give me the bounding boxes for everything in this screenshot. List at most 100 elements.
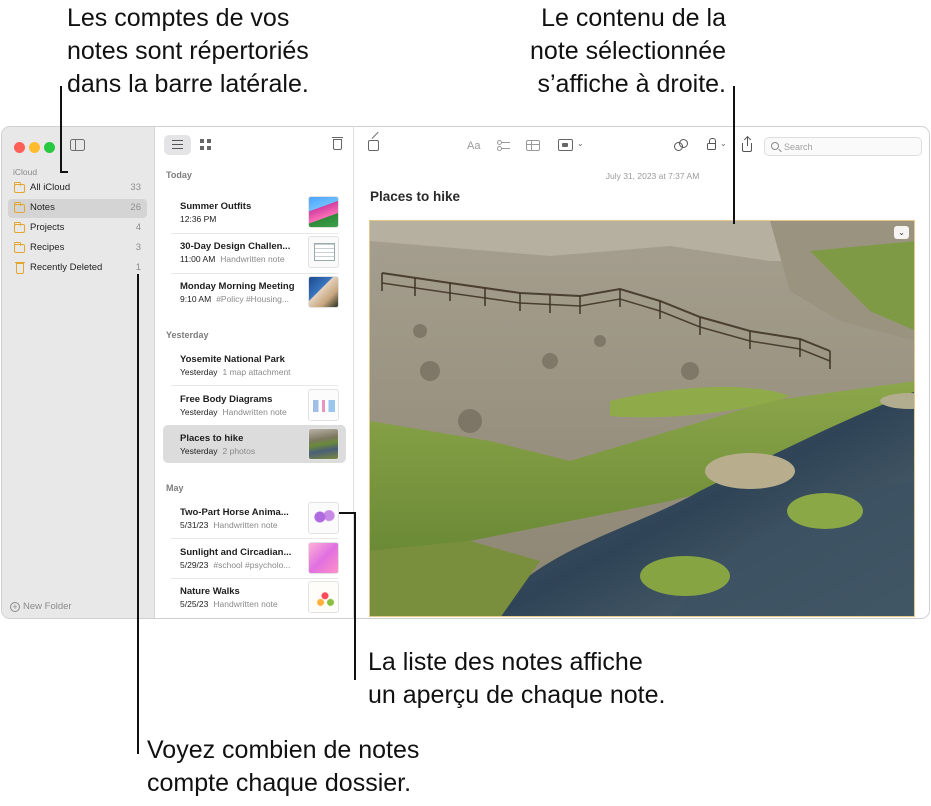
note-item[interactable]: Nature Walks 5/25/23 Handwritten note (163, 578, 346, 616)
note-snippet: #Policy #Housing... (216, 294, 289, 304)
leader-line-note-list (354, 512, 356, 680)
leader-line-sidebar-tick (60, 171, 68, 173)
minimize-window-button[interactable] (29, 142, 40, 153)
sidebar-folder-projects[interactable]: Projects 4 (8, 219, 147, 238)
note-date: 5/25/23 (180, 599, 209, 609)
trash-icon (15, 262, 25, 274)
note-subtitle: 11:00 AM Handwritten note (180, 254, 304, 264)
lock-icon[interactable] (707, 138, 716, 150)
folder-label: Projects (30, 222, 65, 233)
note-title: Sunlight and Circadian... (180, 547, 292, 558)
callout-line-text: Voyez combien de notes (147, 736, 420, 764)
photo-options-button[interactable]: ⌄ (894, 226, 909, 239)
folder-icon (14, 202, 25, 213)
folder-icon (14, 222, 25, 233)
note-thumbnail (308, 502, 339, 534)
chevron-down-icon[interactable]: ⌄ (577, 139, 584, 148)
callout-line-text: Les comptes de vos (67, 4, 290, 32)
zoom-window-button[interactable] (44, 142, 55, 153)
note-item[interactable]: 30-Day Design Challen... 11:00 AM Handwri… (163, 233, 346, 271)
note-title: Places to hike (180, 433, 244, 444)
note-snippet: Handwritten note (213, 599, 278, 609)
note-item[interactable]: Sunlight and Circadian... 5/29/23 #school… (163, 539, 346, 577)
callout-line-text: dans la barre latérale. (67, 70, 309, 98)
note-thumbnail (308, 542, 339, 574)
collaborate-icon[interactable] (674, 139, 688, 152)
leader-line-counts (137, 274, 139, 754)
sidebar: iCloud All iCloud 33 Notes 26 Projects 4… (2, 127, 155, 618)
sidebar-folder-recipes[interactable]: Recipes 3 (8, 239, 147, 258)
note-title: Summer Outfits (180, 201, 252, 212)
note-date: Yesterday (180, 407, 218, 417)
sidebar-section-label: iCloud (13, 167, 38, 177)
callout-line-text: Le contenu de la (541, 4, 726, 32)
note-item[interactable]: Yosemite National Park Yesterday 1 map at… (163, 346, 346, 384)
media-icon[interactable] (558, 139, 573, 151)
new-folder-button[interactable]: + New Folder (10, 601, 72, 612)
note-title: Monday Morning Meeting (180, 281, 295, 292)
list-icon (172, 140, 183, 149)
sidebar-folder-all-icloud[interactable]: All iCloud 33 (8, 179, 147, 198)
sidebar-folder-recently-deleted[interactable]: Recently Deleted 1 (8, 259, 147, 278)
note-subtitle: 5/29/23 #school #psycholo... (180, 560, 304, 570)
note-title-heading[interactable]: Places to hike (370, 189, 460, 204)
sidebar-toggle-icon[interactable] (70, 139, 85, 151)
note-thumbnail (308, 236, 339, 268)
note-editor: Aa ⌄ ⌄ July 31, 2023 at 7:37 AM Places t… (354, 127, 929, 618)
note-thumbnail (308, 428, 339, 460)
folder-label: Notes (30, 202, 55, 213)
sidebar-folder-notes[interactable]: Notes 26 (8, 199, 147, 218)
note-thumbnail (308, 581, 339, 613)
note-thumbnail (308, 389, 339, 421)
format-text-button[interactable]: Aa (467, 140, 480, 152)
notes-window: iCloud All iCloud 33 Notes 26 Projects 4… (1, 126, 930, 619)
grid-icon (200, 139, 211, 150)
callout-note-list: La liste des notes affiche un aperçu de … (368, 646, 665, 712)
search-input[interactable] (784, 140, 914, 154)
compose-icon[interactable] (368, 140, 379, 151)
group-label-today: Today (166, 170, 192, 180)
share-icon[interactable] (742, 137, 752, 152)
folder-count: 26 (130, 202, 141, 213)
callout-sidebar-accounts: Les comptes de vos notes sont répertorié… (67, 2, 309, 101)
note-thumbnail (308, 196, 339, 228)
new-folder-label: New Folder (23, 601, 72, 612)
note-title: Free Body Diagrams (180, 394, 273, 405)
note-item[interactable]: Summer Outfits 12:36 PM (163, 193, 346, 231)
table-icon[interactable] (526, 140, 540, 151)
note-subtitle: Yesterday 2 photos (180, 446, 304, 456)
list-view-button[interactable] (164, 135, 191, 155)
note-snippet: Handwritten note (222, 407, 287, 417)
leader-line-editor (733, 86, 735, 224)
note-date: 5/31/23 (180, 520, 209, 530)
note-snippet: Handwritten note (220, 254, 285, 264)
note-date: 12:36 PM (180, 214, 217, 224)
note-list: Today Summer Outfits 12:36 PM 30-Day Des… (155, 127, 354, 618)
callout-note-content: Le contenu de la note sélectionnée s’aff… (497, 2, 726, 101)
close-window-button[interactable] (14, 142, 25, 153)
folder-count: 4 (135, 222, 141, 233)
delete-note-button[interactable] (332, 137, 343, 150)
group-label-yesterday: Yesterday (166, 330, 209, 340)
note-title: 30-Day Design Challen... (180, 241, 291, 252)
note-snippet: 2 photos (222, 446, 256, 456)
note-item[interactable]: Monday Morning Meeting 9:10 AM #Policy #H… (163, 273, 346, 311)
note-title: Two-Part Horse Anima... (180, 507, 289, 518)
note-item[interactable]: Two-Part Horse Anima... 5/31/23 Handwritt… (163, 499, 346, 537)
callout-line-text: s’affiche à droite. (537, 70, 726, 98)
hot-creek-photo (370, 221, 914, 616)
note-subtitle: 12:36 PM (180, 214, 304, 224)
note-subtitle: 9:10 AM #Policy #Housing... (180, 294, 304, 304)
search-field[interactable] (764, 137, 922, 156)
note-item-selected[interactable]: Places to hike Yesterday 2 photos (163, 425, 346, 463)
note-snippet: Handwritten note (213, 520, 278, 530)
gallery-view-button[interactable] (191, 135, 218, 155)
checklist-icon[interactable] (497, 140, 510, 151)
chevron-down-icon[interactable]: ⌄ (720, 139, 727, 148)
note-date: 5/29/23 (180, 560, 209, 570)
note-photo[interactable]: ⌄ (369, 220, 915, 617)
folder-label: All iCloud (30, 182, 71, 193)
note-item[interactable]: Free Body Diagrams Yesterday Handwritten … (163, 386, 346, 424)
note-subtitle: Yesterday Handwritten note (180, 407, 304, 417)
callout-line-text: un aperçu de chaque note. (368, 681, 666, 709)
